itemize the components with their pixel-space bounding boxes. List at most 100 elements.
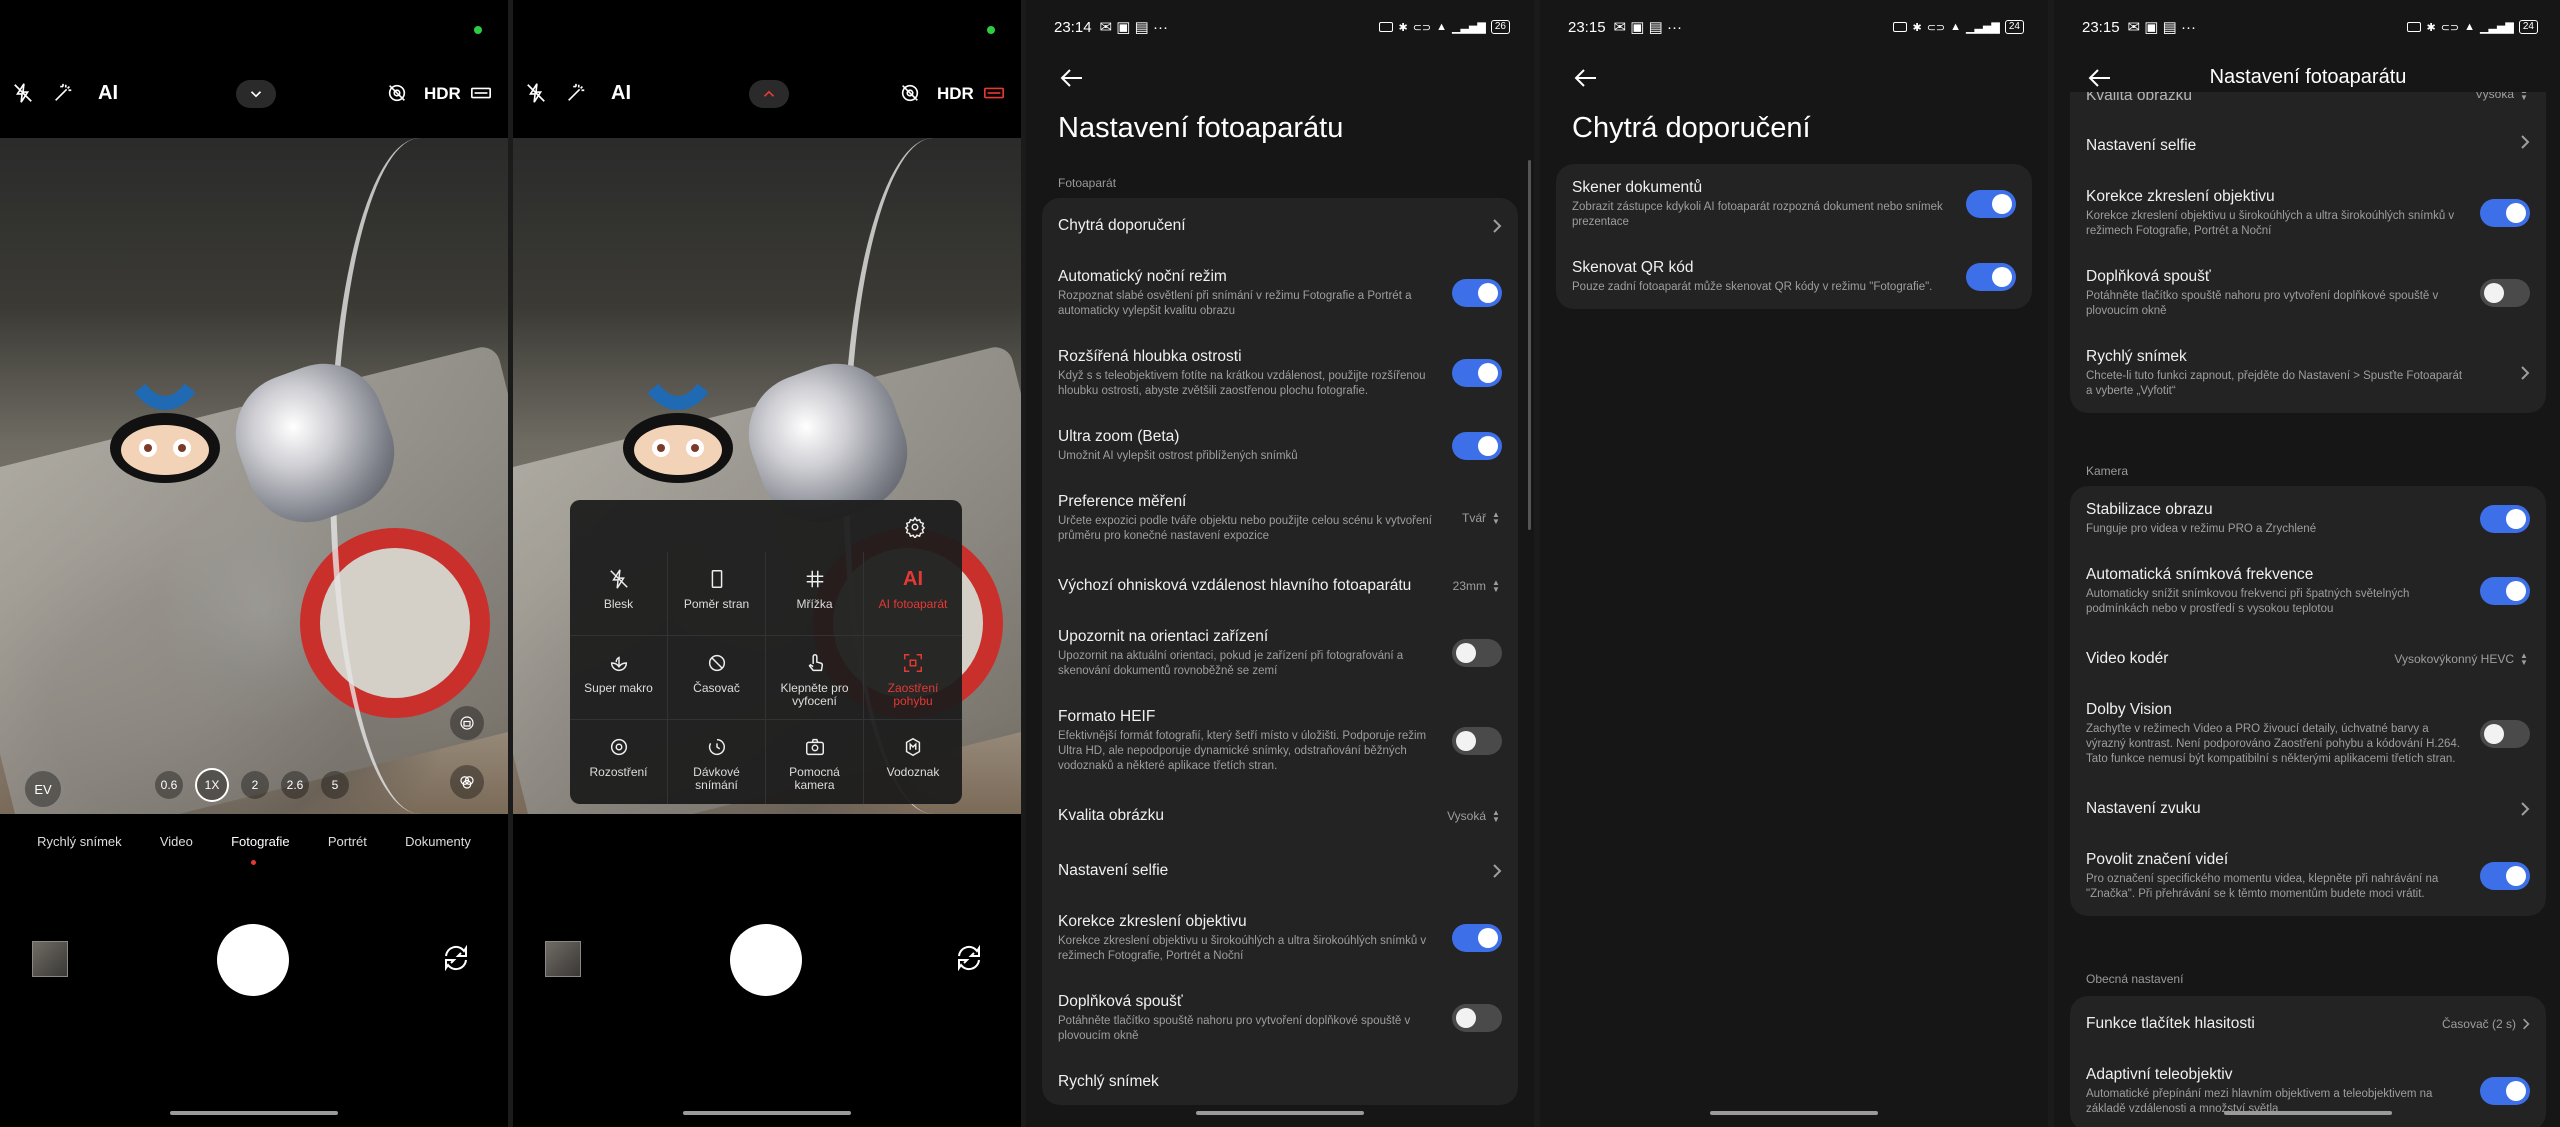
setting-heif[interactable]: Formato HEIF Efektivnější formát fotogra… [1042, 693, 1518, 788]
stabilization-toggle[interactable] [2480, 504, 2530, 533]
lens-correction-toggle[interactable] [2480, 199, 2530, 227]
menu-super-macro[interactable]: Super makro [570, 636, 668, 720]
setting-video-markers[interactable]: Povolit značení videí Pro označení speci… [2070, 836, 2546, 916]
setting-lens-correction[interactable]: Korekce zkreslení objektivu Korekce zkre… [2070, 173, 2546, 253]
setting-selfie[interactable]: Nastavení selfie [1042, 843, 1518, 898]
heif-toggle[interactable] [1452, 726, 1502, 755]
menu-burst[interactable]: Dávkové snímání [668, 720, 766, 804]
document-mode-icon[interactable] [450, 706, 484, 740]
extra-shutter-toggle[interactable] [1452, 1004, 1502, 1032]
setting-video-encoder[interactable]: Video kodér Vysokovýkonný HEVC ▲ ▼ [2070, 631, 2546, 686]
setting-focal-length[interactable]: Výchozí ohnisková vzdálenost hlavního fo… [1042, 558, 1518, 613]
back-button[interactable] [1058, 64, 1086, 92]
flash-off-icon[interactable] [12, 82, 34, 104]
setting-selfie[interactable]: Nastavení selfie [2070, 110, 2546, 173]
mode-documents[interactable]: Dokumenty [405, 834, 471, 849]
zoom-0-6[interactable]: 0.6 [155, 771, 183, 799]
gallery-thumbnail[interactable] [545, 941, 581, 977]
setting-ultra-zoom[interactable]: Ultra zoom (Beta) Umožnit AI vylepšit os… [1042, 413, 1518, 478]
settings-gear-icon[interactable] [904, 516, 926, 540]
setting-dolby-vision[interactable]: Dolby Vision Zachyťte v režimech Video a… [2070, 686, 2546, 781]
value-text: 23mm [1452, 578, 1486, 593]
menu-grid[interactable]: Mřížka [766, 552, 864, 636]
auto-night-toggle[interactable] [1452, 279, 1502, 307]
zoom-2-6[interactable]: 2.6 [281, 771, 309, 799]
menu-motion-focus[interactable]: Zaostření pohybu [864, 636, 962, 720]
menu-assist-camera[interactable]: Pomocná kamera [766, 720, 864, 804]
leica-style-icon[interactable] [470, 82, 492, 104]
collapse-menu-button[interactable] [749, 80, 789, 108]
setting-adaptive-tele[interactable]: Adaptivní teleobjektiv Automatické přepí… [2070, 1051, 2546, 1127]
dolby-vision-toggle[interactable] [2480, 719, 2530, 748]
home-indicator[interactable] [1710, 1111, 1878, 1115]
shutter-button[interactable] [217, 924, 289, 996]
home-indicator[interactable] [2224, 1111, 2392, 1115]
menu-flash[interactable]: Blesk [570, 552, 668, 636]
setting-qr-scan[interactable]: Skenovat QR kód Pouze zadní fotoaparát m… [1556, 244, 2032, 309]
camera-viewfinder[interactable] [0, 138, 508, 814]
zoom-2[interactable]: 2 [241, 771, 269, 799]
gallery-thumbnail[interactable] [32, 941, 68, 977]
zoom-1x[interactable]: 1X [195, 768, 229, 802]
flash-off-icon[interactable] [525, 82, 547, 104]
shutter-button[interactable] [730, 924, 802, 996]
menu-tap-to-shoot[interactable]: Klepněte pro vyfocení [766, 636, 864, 720]
home-indicator[interactable] [170, 1111, 338, 1115]
mode-quick-shot[interactable]: Rychlý snímek [37, 834, 122, 849]
menu-timer[interactable]: Časovač [668, 636, 766, 720]
setting-stabilization[interactable]: Stabilizace obrazu Funguje pro videa v r… [2070, 486, 2546, 551]
magic-wand-icon[interactable] [52, 82, 74, 104]
setting-lens-correction[interactable]: Korekce zkreslení objektivu Korekce zkre… [1042, 898, 1518, 978]
magic-wand-icon[interactable] [565, 82, 587, 104]
live-photo-off-icon[interactable] [899, 82, 921, 104]
setting-auto-framerate[interactable]: Automatická snímková frekvence Automatic… [2070, 551, 2546, 631]
menu-watermark[interactable]: Vodoznak [864, 720, 962, 804]
home-indicator[interactable] [1196, 1111, 1364, 1115]
menu-aspect-ratio[interactable]: Poměr stran [668, 552, 766, 636]
depth-of-field-toggle[interactable] [1452, 359, 1502, 387]
ai-button[interactable]: AI [98, 82, 118, 105]
menu-blur[interactable]: Rozostření [570, 720, 668, 804]
hdr-button[interactable]: HDR [937, 84, 974, 104]
setting-extra-shutter[interactable]: Doplňková spoušť Potáhněte tlačítko spou… [1042, 978, 1518, 1058]
video-markers-toggle[interactable] [2480, 862, 2530, 890]
setting-volume-buttons[interactable]: Funkce tlačítek hlasitosti Časovač (2 s) [2070, 996, 2546, 1051]
setting-document-scanner[interactable]: Skener dokumentů Zobrazit zástupce kdyko… [1556, 164, 2032, 244]
orientation-alert-toggle[interactable] [1452, 639, 1502, 667]
setting-smart-suggestions[interactable]: Chytrá doporučení [1042, 198, 1518, 253]
adaptive-tele-toggle[interactable] [2480, 1077, 2530, 1105]
lens-correction-toggle[interactable] [1452, 924, 1502, 952]
setting-quick-shot[interactable]: Rychlý snímek [1042, 1058, 1518, 1105]
ai-button[interactable]: AI [611, 82, 631, 105]
document-scanner-toggle[interactable] [1966, 190, 2016, 218]
live-photo-off-icon[interactable] [386, 82, 408, 104]
hdr-button[interactable]: HDR [424, 84, 461, 104]
mode-video[interactable]: Video [160, 834, 193, 849]
home-indicator[interactable] [683, 1111, 851, 1115]
scrollbar[interactable] [1528, 160, 1531, 530]
zoom-5[interactable]: 5 [321, 771, 349, 799]
setting-image-quality-partial[interactable]: Kvalita obrázku Vysoká ▲▼ [2070, 92, 2546, 110]
setting-quick-shot[interactable]: Rychlý snímek Chcete-li tuto funkci zapn… [2070, 333, 2546, 413]
leica-style-icon[interactable] [983, 82, 1005, 104]
setting-extra-shutter[interactable]: Doplňková spoušť Potáhněte tlačítko spou… [2070, 253, 2546, 333]
switch-camera-icon[interactable] [438, 940, 474, 976]
setting-depth-of-field[interactable]: Rozšířená hloubka ostrosti Když s s tele… [1042, 333, 1518, 413]
switch-camera-icon[interactable] [951, 940, 987, 976]
menu-ai-camera[interactable]: AI AI fotoaparát [864, 552, 962, 636]
back-button[interactable] [1572, 64, 1600, 92]
extra-shutter-toggle[interactable] [2480, 279, 2530, 307]
mode-photo[interactable]: Fotografie [231, 834, 290, 849]
expand-menu-button[interactable] [236, 80, 276, 108]
setting-sound[interactable]: Nastavení zvuku [2070, 781, 2546, 836]
auto-framerate-toggle[interactable] [2480, 577, 2530, 605]
filter-icon[interactable] [450, 765, 484, 799]
setting-orientation-alert[interactable]: Upozornit na orientaci zařízení Upozorni… [1042, 613, 1518, 693]
setting-auto-night[interactable]: Automatický noční režim Rozpoznat slabé … [1042, 253, 1518, 333]
setting-metering[interactable]: Preference měření Určete expozici podle … [1042, 478, 1518, 558]
qr-scan-toggle[interactable] [1966, 262, 2016, 291]
mode-portrait[interactable]: Portrét [328, 834, 367, 849]
exposure-button[interactable]: EV [24, 770, 62, 808]
ultra-zoom-toggle[interactable] [1452, 431, 1502, 460]
setting-image-quality[interactable]: Kvalita obrázku Vysoká ▲ ▼ [1042, 788, 1518, 843]
